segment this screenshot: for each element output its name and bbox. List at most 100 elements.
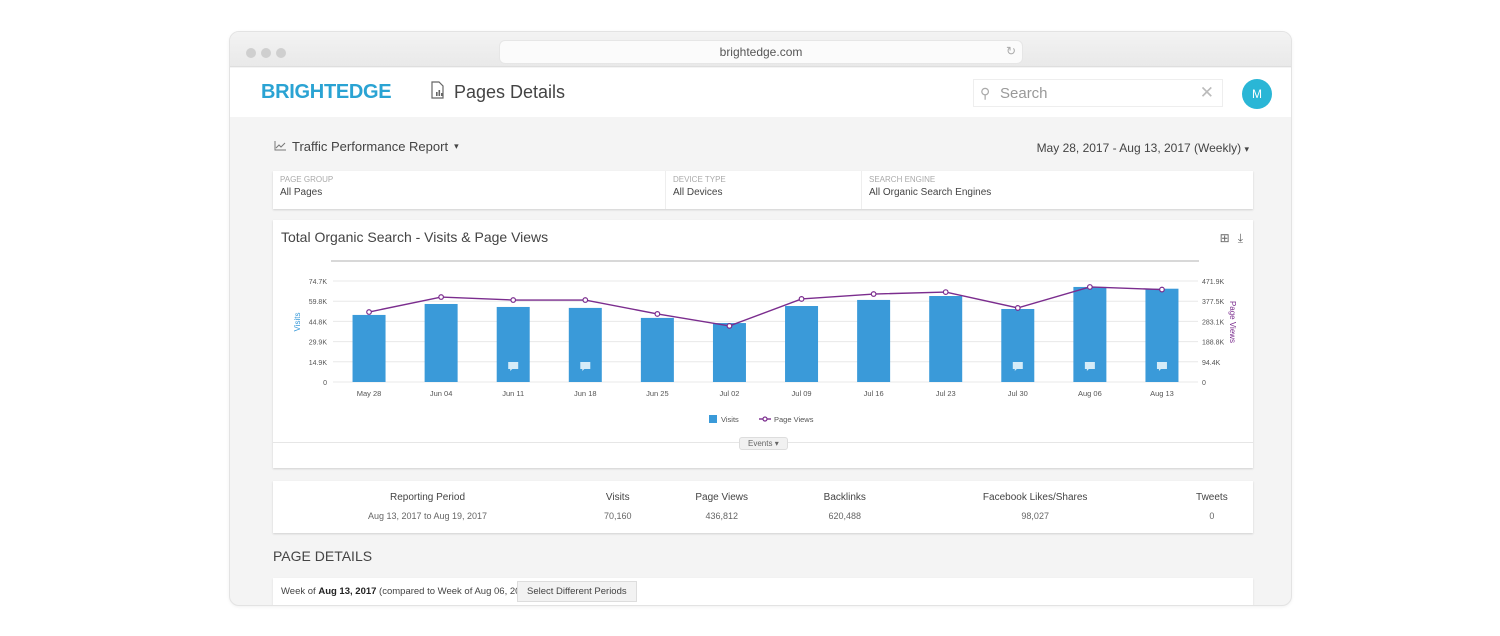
column-header: Backlinks xyxy=(823,491,866,503)
filter-value: All Organic Search Engines xyxy=(869,187,992,198)
y-axis-label: Visits xyxy=(293,313,302,332)
close-window-button[interactable] xyxy=(246,48,256,58)
select-different-periods-button[interactable]: Select Different Periods xyxy=(517,581,637,602)
app-header: BRIGHTEDGE Pages Details ⚲ Search ✕ M xyxy=(230,68,1291,117)
caret-down-icon: ▾ xyxy=(454,141,459,151)
bar-visits xyxy=(496,306,530,382)
filter-search-engine[interactable]: SEARCH ENGINE All Organic Search Engines xyxy=(862,171,1253,209)
brand-logo[interactable]: BRIGHTEDGE xyxy=(261,81,392,104)
summary-table: Reporting Period Visits Page Views Backlink… xyxy=(273,481,1253,533)
filter-label: PAGE GROUP xyxy=(280,175,334,184)
url-text: brightedge.com xyxy=(719,45,803,59)
date-range-text: May 28, 2017 - Aug 13, 2017 (Weekly) xyxy=(1036,141,1242,155)
bar-visits xyxy=(785,306,819,382)
y-tick-label: 0 xyxy=(323,380,327,387)
bar-visits xyxy=(640,317,674,382)
page-title: Pages Details xyxy=(430,81,565,104)
point-page-views xyxy=(1159,286,1165,293)
period-description: Week of Aug 13, 2017 (compared to Week o… xyxy=(281,586,534,597)
y-right-tick-label: 283.1K xyxy=(1202,319,1225,326)
clear-search-icon[interactable]: ✕ xyxy=(1200,83,1214,103)
table-cell: 70,160 xyxy=(603,511,632,521)
point-page-views xyxy=(726,323,733,329)
filter-label: SEARCH ENGINE xyxy=(869,175,936,184)
bar-visits xyxy=(1001,308,1035,382)
y-right-tick-label: 188.8K xyxy=(1202,340,1225,347)
filter-device-type[interactable]: DEVICE TYPE All Devices xyxy=(666,171,862,209)
y-right-tick-label: 94.4K xyxy=(1202,360,1221,367)
reload-icon[interactable]: ↻ xyxy=(1006,44,1016,58)
search-icon: ⚲ xyxy=(980,85,991,101)
x-tick-label: Aug 06 xyxy=(1078,389,1102,398)
point-page-views xyxy=(510,297,517,303)
point-page-views xyxy=(1014,305,1021,311)
point-page-views xyxy=(1086,284,1093,290)
x-tick-label: Jun 25 xyxy=(646,389,669,398)
x-tick-label: Jul 30 xyxy=(1008,389,1028,398)
chart-canvas: 0 0 14.9K 94.4K 29.9K 188.8K 44.8K 283.1K 59.8K 3… xyxy=(293,260,1237,424)
x-tick-label: Jul 23 xyxy=(936,389,956,398)
bar-visits xyxy=(424,303,458,382)
column-header: Tweets xyxy=(1196,491,1228,503)
column-header: Reporting Period xyxy=(389,491,466,503)
column-header: Page Views xyxy=(695,491,749,503)
y-tick-label: 29.9K xyxy=(309,340,328,347)
table-cell: Aug 13, 2017 to Aug 19, 2017 xyxy=(367,511,488,521)
y-right-tick-label: 471.9K xyxy=(1202,279,1225,286)
events-toggle-button[interactable]: Events ▾ xyxy=(739,437,788,450)
line-chart-icon xyxy=(274,139,286,154)
table-cell: 436,812 xyxy=(705,511,738,521)
events-label: Events xyxy=(748,439,773,448)
column-header: Facebook Likes/Shares xyxy=(982,491,1088,503)
table-cell: 98,027 xyxy=(1021,511,1049,521)
browser-titlebar: brightedge.com ↻ xyxy=(230,32,1291,67)
date-range-selector[interactable]: May 28, 2017 - Aug 13, 2017 (Weekly) ▾ xyxy=(1037,141,1249,155)
y-tick-label: 14.9K xyxy=(309,360,328,367)
caret-down-icon: ▾ xyxy=(1244,144,1249,154)
legend-label-page-views: Page Views xyxy=(774,415,814,424)
address-bar[interactable]: brightedge.com ↻ xyxy=(500,41,1022,63)
x-tick-label: Jul 02 xyxy=(719,389,739,398)
y-right-tick-label: 377.5K xyxy=(1202,299,1225,306)
minimize-window-button[interactable] xyxy=(261,48,271,58)
x-tick-label: Jun 18 xyxy=(574,389,597,398)
y-right-axis-label: Page Views xyxy=(1228,301,1237,343)
week-comparison: (compared to Week of Aug 06, 2017) xyxy=(376,586,535,597)
bar-visits xyxy=(712,323,746,382)
page-details-heading: PAGE DETAILS xyxy=(273,548,373,564)
point-page-views xyxy=(942,289,949,296)
x-tick-label: Jul 09 xyxy=(792,389,812,398)
week-date: Aug 13, 2017 xyxy=(318,586,377,597)
window-controls xyxy=(246,48,286,58)
maximize-window-button[interactable] xyxy=(276,48,286,58)
browser-window: brightedge.com ↻ BRIGHTEDGE Pages Detail… xyxy=(229,31,1292,606)
chart-card: Total Organic Search - Visits & Page Vie… xyxy=(273,220,1253,468)
x-tick-label: Jun 11 xyxy=(502,389,524,398)
legend-swatch-visits xyxy=(709,415,717,423)
filter-value: All Pages xyxy=(280,187,323,198)
page-title-text: Pages Details xyxy=(454,82,566,102)
point-page-views xyxy=(654,311,661,317)
point-page-views xyxy=(582,297,589,303)
legend-label-visits: Visits xyxy=(721,415,739,424)
report-title: Traffic Performance Report xyxy=(292,139,449,154)
bar-visits xyxy=(568,307,602,382)
bar-visits xyxy=(352,314,386,382)
table-cell: 620,488 xyxy=(828,511,862,521)
period-selector-row: Week of Aug 13, 2017 (compared to Week o… xyxy=(273,578,1253,605)
table-cell: 0 xyxy=(1209,511,1215,521)
search-input[interactable]: ⚲ Search ✕ xyxy=(973,79,1223,107)
point-page-views xyxy=(438,294,445,300)
user-avatar[interactable]: M xyxy=(1242,79,1272,109)
report-selector[interactable]: Traffic Performance Report ▾ xyxy=(274,139,459,154)
events-divider: Events ▾ xyxy=(273,437,1253,450)
x-tick-label: Aug 13 xyxy=(1150,389,1174,398)
x-tick-label: Jun 04 xyxy=(430,389,453,398)
filter-page-group[interactable]: PAGE GROUP All Pages xyxy=(273,171,666,209)
week-prefix: Week of xyxy=(281,586,319,597)
point-page-views xyxy=(798,296,805,302)
y-tick-label: 74.7K xyxy=(309,279,328,286)
page-report-icon xyxy=(430,81,446,104)
bar-visits xyxy=(929,296,963,382)
search-placeholder: Search xyxy=(1000,85,1048,102)
